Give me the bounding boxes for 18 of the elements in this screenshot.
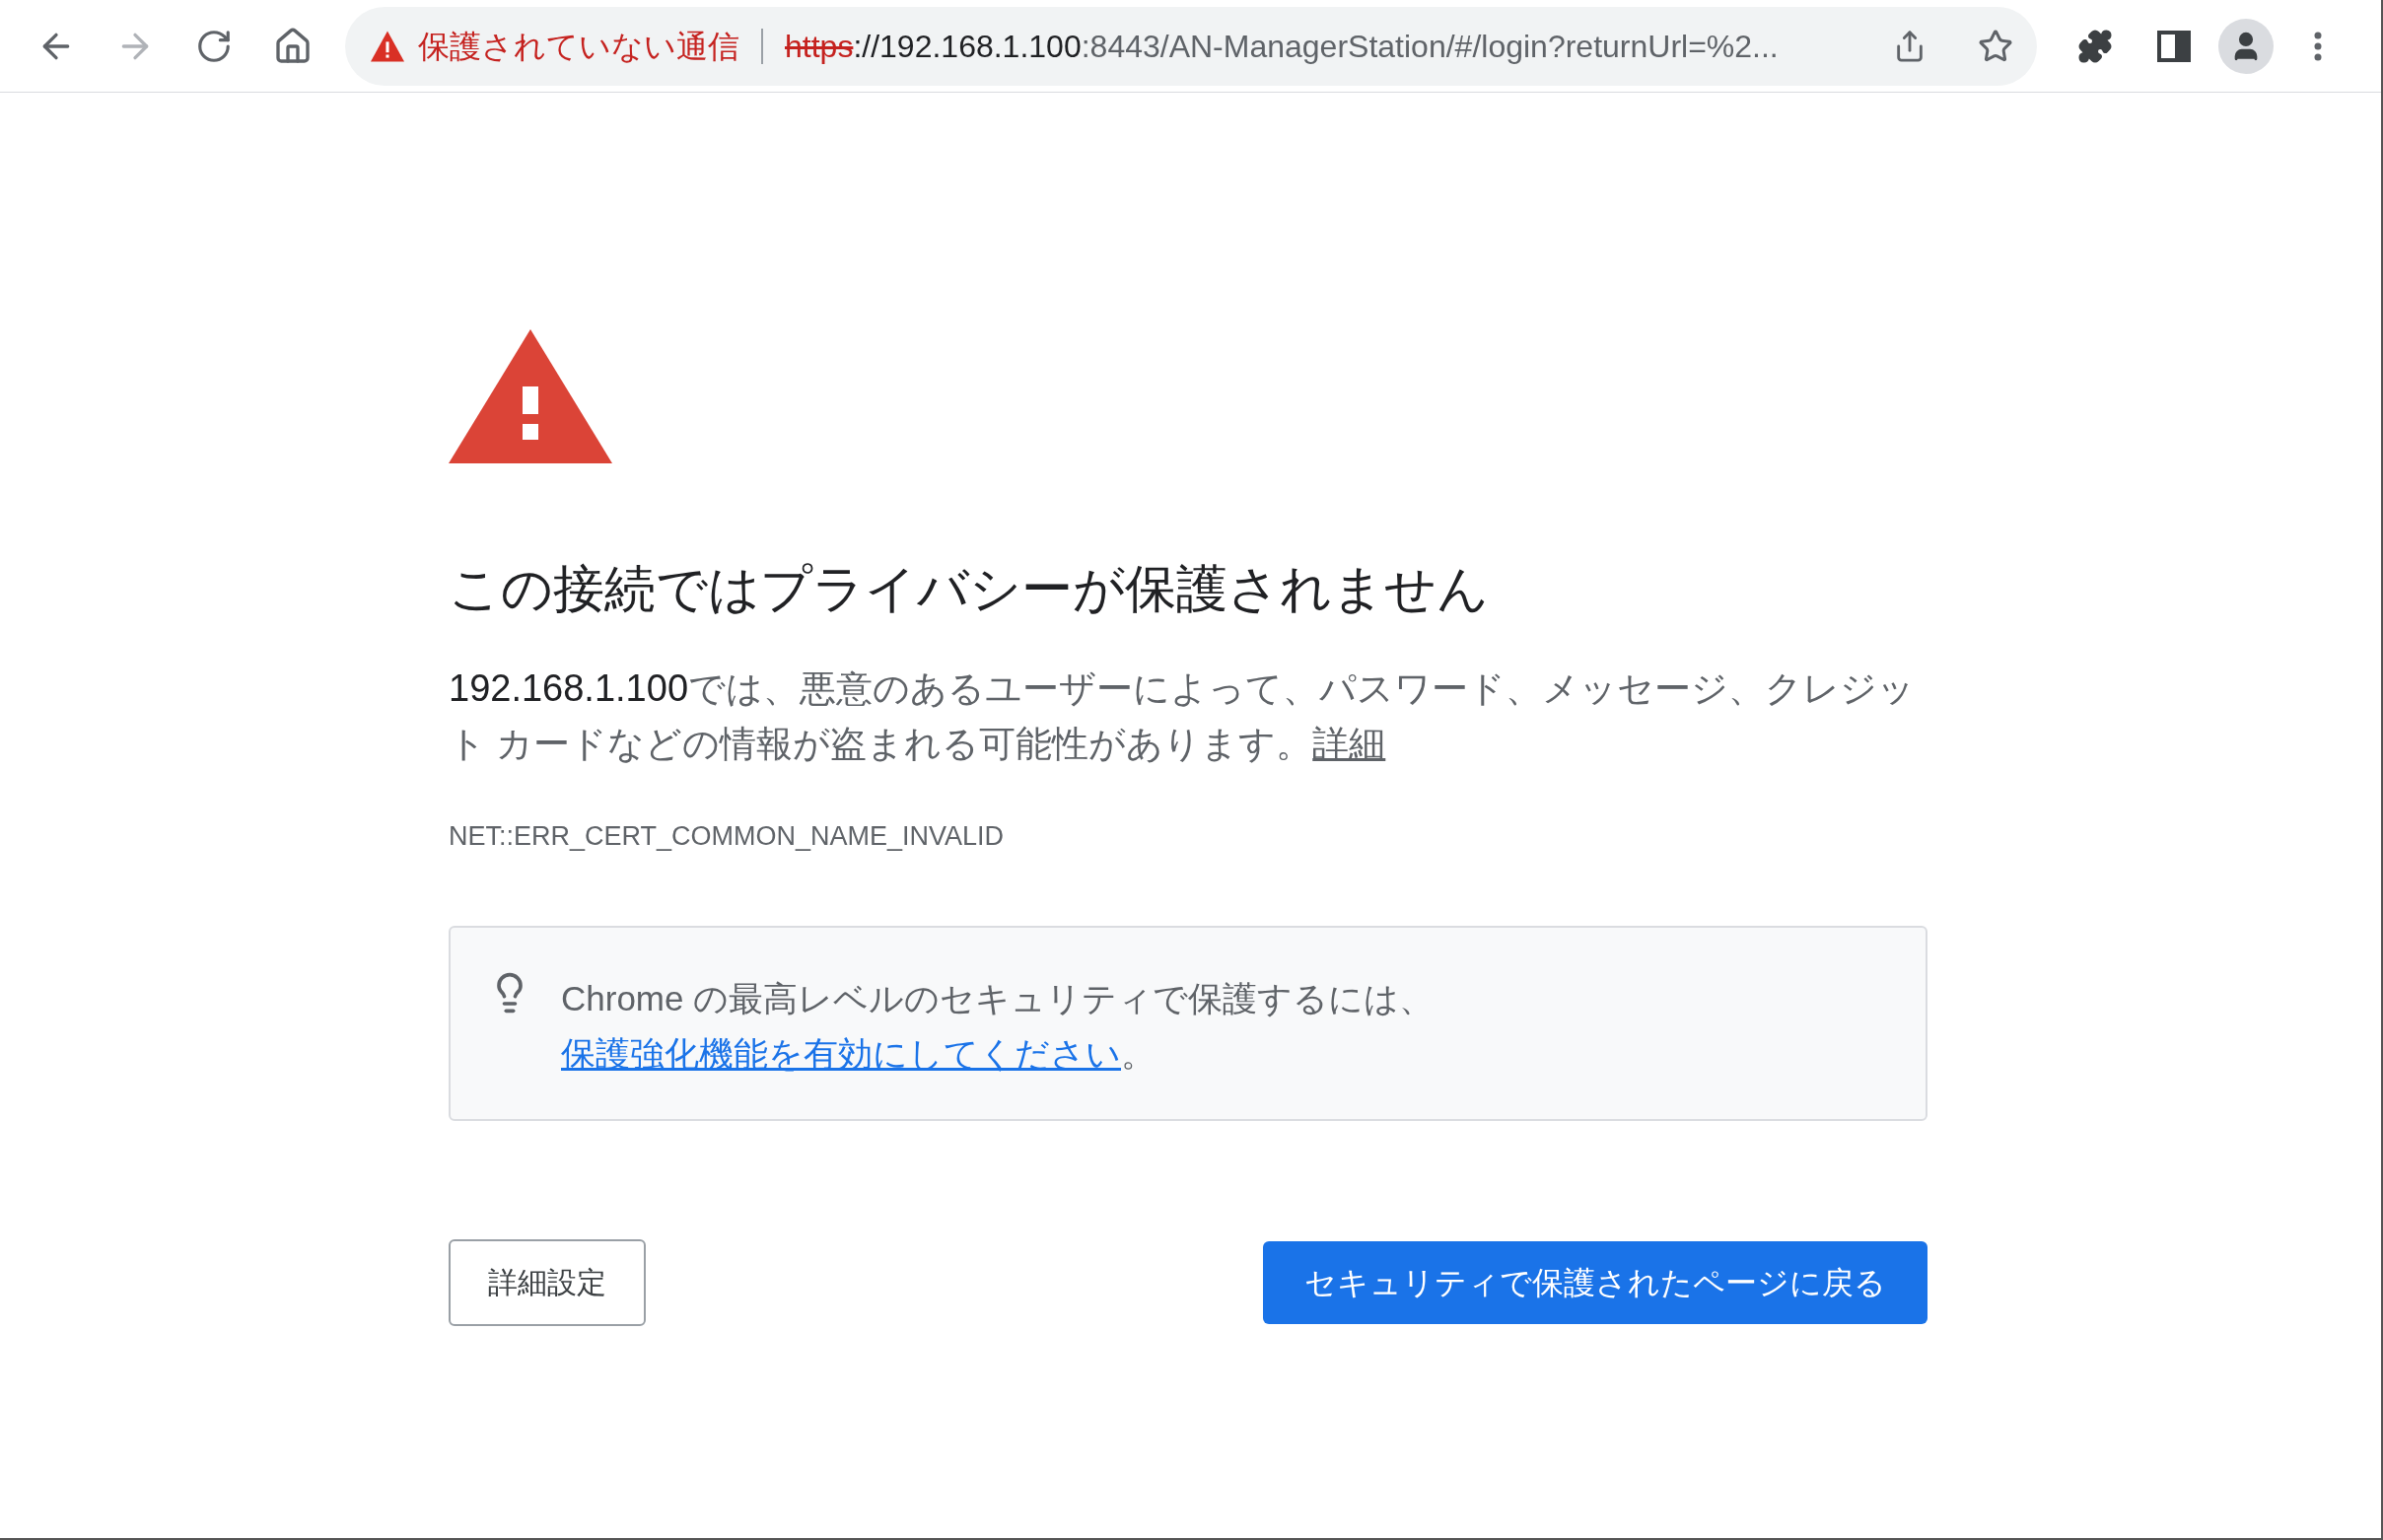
bookmark-star-icon (1978, 28, 2013, 64)
address-bar[interactable]: 保護されていない通信 https://192.168.1.100:8443/AN-ManagerStation/#/login?returnUrl=%2... (345, 6, 2037, 86)
error-code: NET::ERR_CERT_COMMON_NAME_INVALID (449, 820, 1006, 853)
warning-message: 192.168.1.100では、悪意のあるユーザーによって、パスワード、メッセージ、クレジット カードなどの情報が盗まれる可能性があります。詳細 (449, 666, 1916, 766)
enhanced-protection-link[interactable]: 保護強化機能を有効にしてください (561, 1033, 1121, 1073)
puzzle-icon (2077, 28, 2113, 64)
page-heading: この接続ではプライバシーが保護されません (449, 559, 1490, 619)
advanced-button[interactable]: 詳細設定 (449, 1238, 646, 1326)
home-icon (273, 26, 313, 66)
tip-text: Chrome の最高レベルのセキュリティで保護するには、 保護強化機能を有効にしてください。 (561, 977, 1436, 1075)
side-panel-icon (2157, 30, 2191, 62)
warning-icon (369, 29, 406, 63)
url-text: https://192.168.1.100:8443/AN-ManagerStation/#/login?returnUrl=%2... (785, 27, 1779, 66)
menu-icon (2314, 31, 2322, 61)
details-link[interactable]: 詳細 (1312, 724, 1386, 764)
security-label: 保護されていない通信 (418, 27, 739, 66)
back-to-safety-button[interactable]: セキュリティで保護されたページに戻る (1263, 1240, 1927, 1324)
warning-triangle-icon (449, 329, 612, 463)
